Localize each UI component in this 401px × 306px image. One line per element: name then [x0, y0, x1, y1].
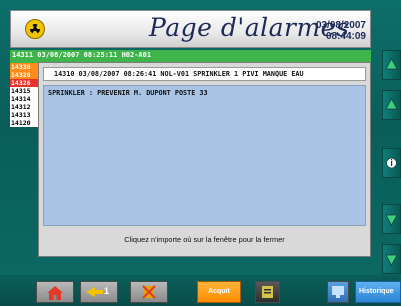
help-button[interactable] — [382, 148, 401, 178]
popup-header: 14310 03/08/2007 08:26:41 NOL-V01 SPRINK… — [43, 67, 366, 81]
info-icon — [386, 157, 397, 169]
mute-button[interactable] — [130, 281, 168, 303]
page-arrow-icon — [86, 287, 103, 297]
print-button[interactable] — [255, 281, 280, 303]
event-id[interactable]: 14312 — [10, 103, 38, 111]
alarm-detail-popup[interactable]: 14310 03/08/2007 08:26:41 NOL-V01 SPRINK… — [38, 62, 371, 257]
popup-header-text: 14310 03/08/2007 08:26:41 NOL-V01 SPRINK… — [54, 70, 304, 78]
page-header: Page d'alarmes 03/08/2007 08:44:09 — [10, 10, 371, 48]
event-id[interactable]: 14314 — [10, 95, 38, 103]
acquit-button[interactable]: Acquit — [197, 281, 241, 303]
export-button[interactable] — [327, 281, 349, 303]
historique-label: Historique — [359, 288, 394, 295]
printer-icon — [262, 286, 273, 298]
scroll-bottom-button[interactable] — [382, 244, 401, 274]
arrow-up-icon — [385, 98, 398, 110]
popup-body-text: SPRINKLER : PREVENIR M. DUPONT POSTE 33 — [48, 89, 208, 97]
arrow-down-icon — [385, 214, 398, 226]
event-id[interactable]: 14315 — [10, 87, 38, 95]
monitor-icon — [332, 286, 344, 298]
date-text: 03/08/2007 — [315, 20, 366, 31]
event-line: 14311 03/08/2007 08:25:11 H02-A01 — [12, 51, 152, 59]
alarm-screen: Page d'alarmes 03/08/2007 08:44:09 14311… — [0, 0, 401, 306]
scroll-down-button[interactable] — [382, 204, 401, 234]
bell-mute-icon — [142, 285, 156, 299]
popup-close-hint[interactable]: Cliquez n'importe où sur la fenêtre pour… — [39, 235, 370, 244]
radiation-icon — [25, 19, 45, 39]
event-id[interactable]: 14313 — [10, 111, 38, 119]
arrow-up-icon — [385, 58, 398, 70]
home-button[interactable] — [36, 281, 74, 303]
arrow-down-icon — [385, 254, 398, 266]
event-id-list: 14330 14328 14326 14315 14314 14312 1431… — [10, 63, 38, 153]
date-time: 03/08/2007 08:44:09 — [316, 20, 366, 42]
popup-body: SPRINKLER : PREVENIR M. DUPONT POSTE 33 — [43, 85, 366, 226]
historique-button[interactable]: Historique — [355, 281, 401, 303]
time-text: 08:44:09 — [325, 31, 366, 42]
event-id[interactable]: 14120 — [10, 119, 38, 127]
home-icon — [47, 286, 63, 300]
footer-toolbar: 1 Acquit Historique — [0, 275, 401, 306]
acquit-label: Acquit — [208, 288, 230, 295]
event-id[interactable]: 14326 — [10, 79, 38, 87]
scroll-top-button[interactable] — [382, 50, 401, 80]
event-id[interactable]: 14330 — [10, 63, 38, 71]
scroll-up-button[interactable] — [382, 90, 401, 120]
page-one-button[interactable]: 1 — [80, 281, 118, 303]
event-id[interactable]: 14328 — [10, 71, 38, 79]
page-number: 1 — [104, 286, 110, 296]
